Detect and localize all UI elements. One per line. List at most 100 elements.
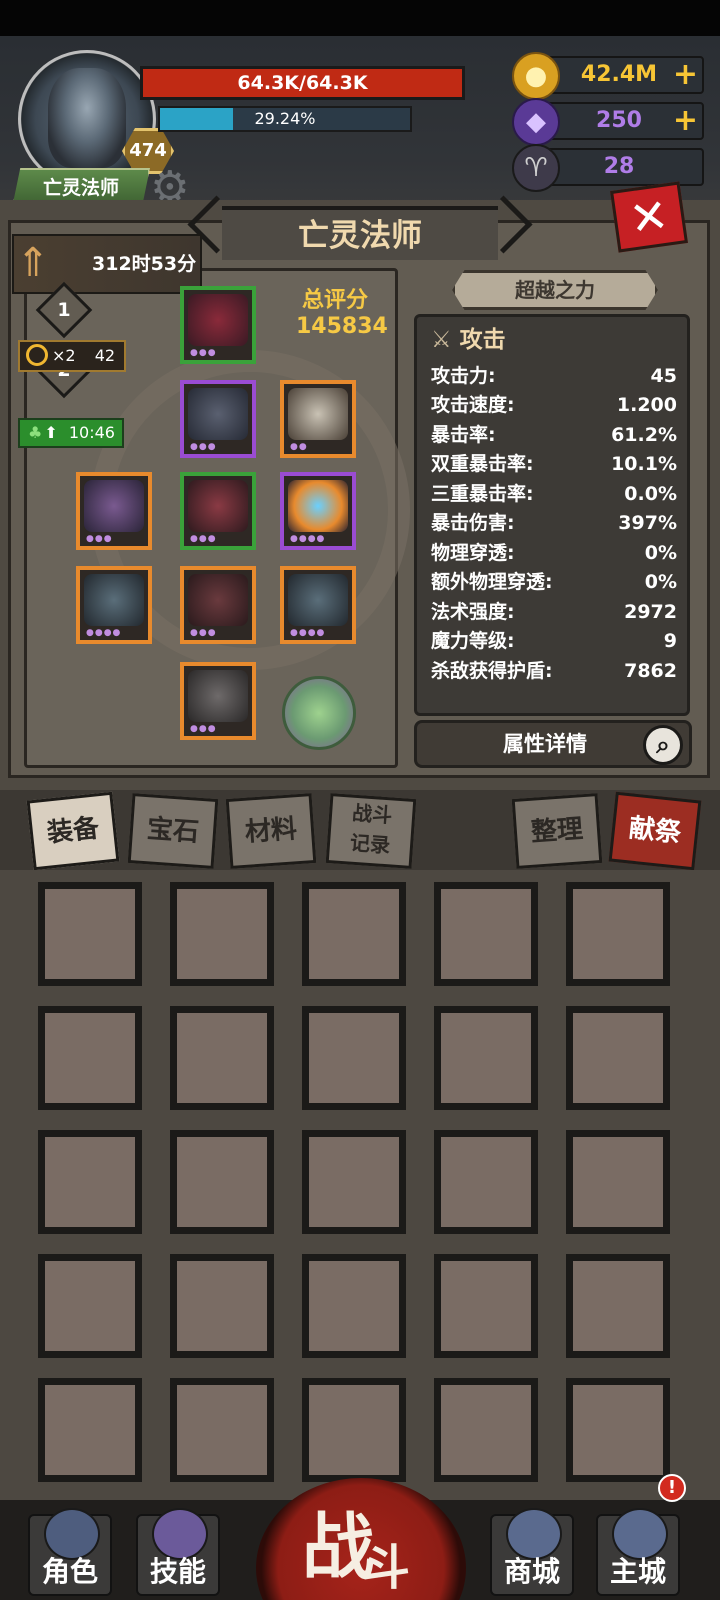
stat-label: 攻击力: bbox=[431, 365, 496, 387]
belt-slot[interactable]: ●●● bbox=[180, 566, 256, 644]
buff-timer[interactable]: ⇑ 312时53分 bbox=[12, 234, 202, 294]
add-gold-button[interactable]: + bbox=[673, 58, 698, 92]
tab-battle-log-line2: 记录 bbox=[349, 830, 391, 858]
luck-buff-badge[interactable]: ♣ ⬆ 10:46 bbox=[18, 418, 124, 448]
amulet-coin-icon[interactable] bbox=[282, 676, 356, 750]
stat-row: 物理穿透: 0% bbox=[431, 538, 677, 568]
gold-coin-icon: ● bbox=[512, 52, 560, 100]
sort-button[interactable]: 整理 bbox=[511, 793, 603, 869]
left-scythe-slot[interactable]: ●●●● bbox=[76, 566, 152, 644]
boots-slot[interactable]: ●●● bbox=[180, 662, 256, 740]
inventory-slot[interactable] bbox=[38, 1006, 142, 1110]
inventory-slot[interactable] bbox=[170, 1130, 274, 1234]
skull-relic-art bbox=[288, 388, 348, 440]
inventory-slot[interactable] bbox=[170, 1006, 274, 1110]
right-scythe-gem-sockets: ●●●● bbox=[290, 628, 326, 638]
up-arrow-icon: ⬆ bbox=[44, 423, 58, 442]
inventory-slot[interactable] bbox=[566, 882, 670, 986]
belt-gem-sockets: ●●● bbox=[190, 628, 217, 638]
cloak-slot[interactable]: ●●● bbox=[180, 380, 256, 458]
stat-value: 397% bbox=[618, 512, 677, 534]
transcend-power-button[interactable]: 超越之力 bbox=[452, 270, 658, 310]
stat-value: 61.2% bbox=[611, 424, 677, 446]
inventory-slot[interactable] bbox=[434, 1130, 538, 1234]
skull-relic-slot[interactable]: ●● bbox=[280, 380, 356, 458]
crystal-icon: ◆ bbox=[512, 98, 560, 146]
close-button[interactable]: ✕ bbox=[610, 181, 688, 253]
inventory-grid bbox=[0, 870, 720, 1500]
hero-portrait bbox=[48, 68, 126, 168]
armor-art bbox=[188, 480, 248, 532]
stat-label: 三重暴击率: bbox=[431, 483, 534, 505]
stat-row: 杀敌获得护盾: 7862 bbox=[431, 656, 677, 686]
battle-button-label-2: 斗 bbox=[362, 1540, 411, 1596]
search-icon: ⌕ bbox=[643, 725, 683, 765]
stat-label: 额外物理穿透: bbox=[431, 571, 553, 593]
stat-value: 9 bbox=[663, 630, 677, 652]
stat-row: 暴击伤害: 397% bbox=[431, 508, 677, 538]
stats-header: ⚔ 攻击 bbox=[431, 321, 506, 359]
stat-label: 暴击伤害: bbox=[431, 512, 515, 534]
nav-main-city-label: 主城 bbox=[609, 1555, 666, 1588]
crystal-currency: ◆ 250 + bbox=[512, 98, 704, 146]
nav-skill-button[interactable]: 技能 bbox=[136, 1508, 220, 1596]
sacrifice-button[interactable]: 献祭 bbox=[608, 791, 702, 871]
inventory-slot[interactable] bbox=[566, 1130, 670, 1234]
helmet-art bbox=[188, 294, 248, 346]
rank-diamond-1-label: 1 bbox=[57, 299, 71, 321]
inventory-slot[interactable] bbox=[302, 1378, 406, 1482]
armor-slot[interactable]: ●●● bbox=[180, 472, 256, 550]
stat-row: 攻击力: 45 bbox=[431, 361, 677, 391]
inventory-slot[interactable] bbox=[38, 882, 142, 986]
total-score-value: 145834 bbox=[296, 314, 388, 339]
inventory-slot[interactable] bbox=[566, 1254, 670, 1358]
crystal-value: 250 bbox=[596, 108, 642, 133]
shield-slot[interactable]: ●●● bbox=[76, 472, 152, 550]
tab-materials[interactable]: 材料 bbox=[225, 793, 317, 869]
inventory-slot[interactable] bbox=[38, 1378, 142, 1482]
stats-panel[interactable]: ⚔ 攻击 攻击力: 45 攻击速度: 1.200 暴击率: 61.2% 双重暴击率: 10… bbox=[414, 314, 690, 716]
stat-value: 2972 bbox=[624, 601, 677, 623]
inventory-slot[interactable] bbox=[566, 1378, 670, 1482]
inventory-slot[interactable] bbox=[302, 882, 406, 986]
nav-main-city-button[interactable]: 主城 bbox=[596, 1508, 680, 1596]
inventory-slot[interactable] bbox=[566, 1006, 670, 1110]
stat-value: 0.0% bbox=[624, 483, 677, 505]
tab-equipment[interactable]: 装备 bbox=[26, 791, 120, 871]
coin-ring-icon bbox=[26, 344, 48, 366]
inventory-slot[interactable] bbox=[38, 1130, 142, 1234]
main-city-alert-badge: ! bbox=[658, 1474, 686, 1502]
stat-row: 攻击速度: 1.200 bbox=[431, 390, 677, 420]
tab-battle-log[interactable]: 战斗 记录 bbox=[325, 793, 417, 869]
inventory-slot[interactable] bbox=[170, 1378, 274, 1482]
orb-slot[interactable]: ●●●● bbox=[280, 472, 356, 550]
nav-shop-button[interactable]: 商城 bbox=[490, 1508, 574, 1596]
tab-gems[interactable]: 宝石 bbox=[127, 793, 219, 869]
armor-gem-sockets: ●●● bbox=[190, 534, 217, 544]
multiplier-badge[interactable]: ×2 42 bbox=[18, 340, 126, 372]
gold-currency: ● 42.4M + bbox=[512, 52, 704, 100]
nav-character-button[interactable]: 角色 bbox=[28, 1508, 112, 1596]
shield-gem-sockets: ●●● bbox=[86, 534, 113, 544]
add-crystal-button[interactable]: + bbox=[673, 104, 698, 138]
stat-label: 魔力等级: bbox=[431, 630, 515, 652]
helmet-gem-sockets: ●●● bbox=[190, 348, 217, 358]
helmet-slot[interactable]: ●●● bbox=[180, 286, 256, 364]
stat-label: 攻击速度: bbox=[431, 394, 515, 416]
inventory-slot[interactable] bbox=[38, 1254, 142, 1358]
inventory-slot[interactable] bbox=[302, 1254, 406, 1358]
inventory-slot[interactable] bbox=[170, 882, 274, 986]
inventory-slot[interactable] bbox=[302, 1006, 406, 1110]
attribute-details-button[interactable]: 属性详情 ⌕ bbox=[414, 720, 692, 768]
panel-title: 亡灵法师 bbox=[222, 206, 498, 260]
inventory-slot[interactable] bbox=[434, 1378, 538, 1482]
inventory-slot[interactable] bbox=[434, 1254, 538, 1358]
xp-text: 29.24% bbox=[254, 109, 316, 128]
inventory-slot[interactable] bbox=[434, 1006, 538, 1110]
inventory-slot[interactable] bbox=[170, 1254, 274, 1358]
inventory-slot[interactable] bbox=[302, 1130, 406, 1234]
nav-shop-label: 商城 bbox=[503, 1555, 560, 1588]
stat-label: 杀敌获得护盾: bbox=[431, 660, 553, 682]
right-scythe-slot[interactable]: ●●●● bbox=[280, 566, 356, 644]
inventory-slot[interactable] bbox=[434, 882, 538, 986]
